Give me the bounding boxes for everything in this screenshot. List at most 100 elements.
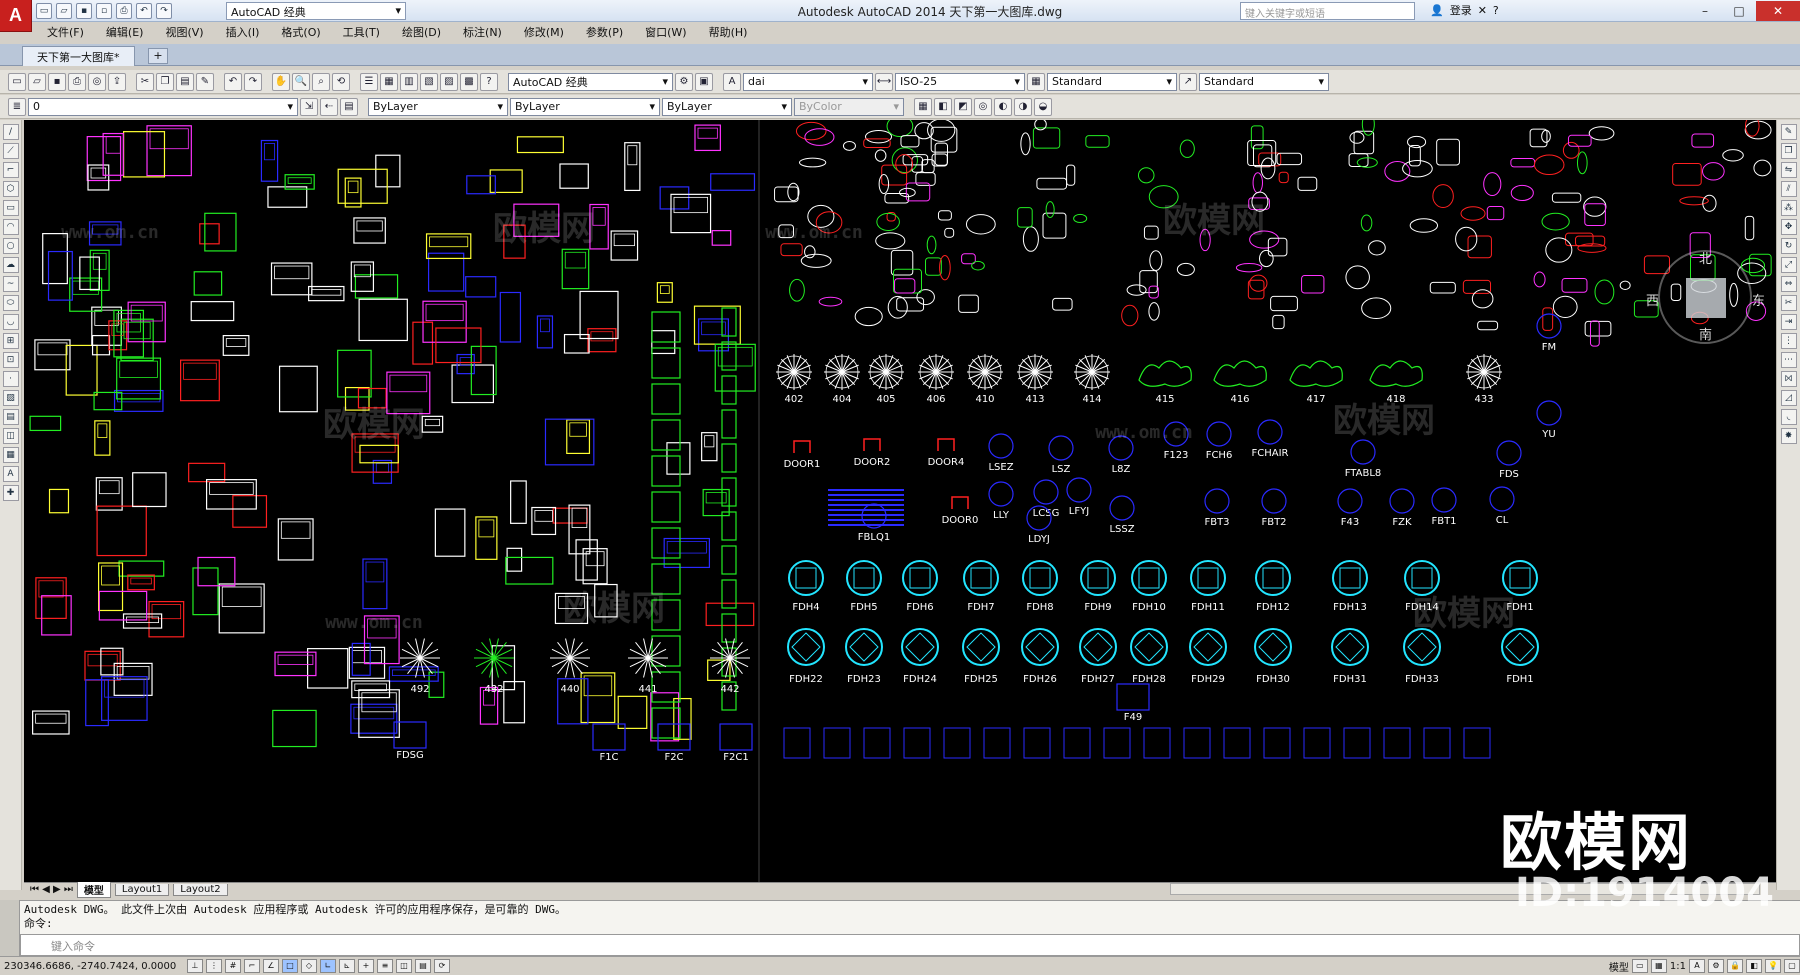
annotation-scale-value[interactable]: 1:1 — [1670, 961, 1686, 972]
autocad-logo-button[interactable]: A — [0, 0, 32, 32]
menu-dimension[interactable]: 标注(N) — [452, 21, 513, 43]
layer-previous-icon[interactable]: ⇠ — [320, 97, 338, 116]
dyn-icon[interactable]: + — [358, 959, 374, 973]
break-icon[interactable]: ⋯ — [1780, 352, 1797, 368]
construction-line-icon[interactable]: ⟋ — [2, 143, 19, 159]
matchprop-icon[interactable]: ✎ — [196, 72, 214, 91]
viewcube-east-label[interactable]: 东 — [1752, 290, 1765, 309]
mtext-icon[interactable]: A — [2, 466, 19, 482]
new-file-icon[interactable]: ▭ — [36, 3, 52, 19]
stretch-icon[interactable]: ⇔ — [1780, 276, 1797, 292]
array-icon[interactable]: ⁂ — [1780, 200, 1797, 216]
chamfer-icon[interactable]: ◿ — [1780, 390, 1797, 406]
help-search-input[interactable]: 键入关键字或短语 — [1240, 2, 1415, 20]
circle-icon[interactable]: ○ — [2, 238, 19, 254]
command-input[interactable]: 键入命令 — [20, 934, 1800, 956]
insert-block-icon[interactable]: ⊞ — [2, 333, 19, 349]
arc-icon[interactable]: ◠ — [2, 219, 19, 235]
break-at-point-icon[interactable]: ⋮ — [1780, 333, 1797, 349]
quick-view-drawings-icon[interactable]: ▦ — [1650, 959, 1667, 973]
menu-window[interactable]: 窗口(W) — [634, 21, 697, 43]
workspace-switch-icon[interactable]: ⚙ — [1708, 959, 1724, 973]
calculator-icon[interactable]: ▩ — [460, 72, 478, 91]
redo-icon[interactable]: ↷ — [244, 72, 262, 91]
help-icon[interactable]: ? — [480, 72, 498, 91]
gradient-icon[interactable]: ▤ — [2, 409, 19, 425]
lock-icon[interactable]: 🔒 — [1727, 959, 1743, 973]
zoom-realtime-icon[interactable]: 🔍 — [292, 72, 310, 91]
osnap-icon[interactable]: □ — [282, 959, 298, 973]
plot-icon[interactable]: ⎙ — [68, 72, 86, 91]
transparency-icon[interactable]: ◫ — [396, 959, 412, 973]
rectangle-icon[interactable]: ▭ — [2, 200, 19, 216]
trim-icon[interactable]: ✂ — [1780, 295, 1797, 311]
mirror-icon[interactable]: ⇋ — [1780, 162, 1797, 178]
menu-edit[interactable]: 编辑(E) — [95, 21, 155, 43]
publish-icon[interactable]: ⇪ — [108, 72, 126, 91]
paste-icon[interactable]: ▤ — [176, 72, 194, 91]
table-style-dropdown[interactable]: Standard ▾ — [1047, 72, 1177, 91]
menu-view[interactable]: 视图(V) — [154, 21, 214, 43]
polyline-icon[interactable]: ⌐ — [2, 162, 19, 178]
open-file-icon[interactable]: ▱ — [56, 3, 72, 19]
help-icon[interactable]: ? — [1493, 4, 1499, 17]
otrack-icon[interactable]: ∟ — [320, 959, 336, 973]
menu-format[interactable]: 格式(O) — [270, 21, 331, 43]
make-current-layer-icon[interactable]: ⇲ — [300, 97, 318, 116]
menu-draw[interactable]: 绘图(D) — [391, 21, 452, 43]
coordinate-readout[interactable]: 230346.6686, -2740.7424, 0.0000 — [4, 961, 184, 972]
plot-icon[interactable]: ⎙ — [116, 3, 132, 19]
multileader-style-icon[interactable]: ↗ — [1179, 72, 1197, 91]
tab-layout2[interactable]: Layout2 — [173, 883, 228, 896]
offset-icon[interactable]: ⫽ — [1780, 181, 1797, 197]
color-dropdown[interactable]: ByLayer ▾ — [368, 97, 508, 116]
workspace-save-icon[interactable]: ▣ — [695, 72, 713, 91]
tab-scroll-icon[interactable]: ⏮ ◀ ▶ ⏭ — [30, 884, 73, 895]
save-icon[interactable]: ▪ — [48, 72, 66, 91]
markup-icon[interactable]: ▨ — [440, 72, 458, 91]
menu-insert[interactable]: 插入(I) — [215, 21, 271, 43]
viewcube-top-face[interactable] — [1686, 278, 1726, 318]
rotate-icon[interactable]: ↻ — [1780, 238, 1797, 254]
copy-icon[interactable]: ❐ — [156, 72, 174, 91]
menu-parametric[interactable]: 参数(P) — [575, 21, 634, 43]
isolate-objects-icon[interactable]: 💡 — [1765, 959, 1781, 973]
extend-icon[interactable]: ⇥ — [1780, 314, 1797, 330]
hardware-acceleration-icon[interactable]: ◧ — [1746, 959, 1762, 973]
3d-osnap-icon[interactable]: ◇ — [301, 959, 317, 973]
add-selected-icon[interactable]: ✚ — [2, 485, 19, 501]
selection-cycling-icon[interactable]: ⟳ — [434, 959, 450, 973]
model-space-label[interactable]: 模型 — [1609, 959, 1629, 974]
menu-file[interactable]: 文件(F) — [36, 21, 95, 43]
qnew-icon[interactable]: ▭ — [8, 72, 26, 91]
pan-icon[interactable]: ✋ — [272, 72, 290, 91]
dim-style-icon[interactable]: ⟷ — [875, 72, 893, 91]
multileader-style-dropdown[interactable]: Standard ▾ — [1199, 72, 1329, 91]
login-link[interactable]: 登录 — [1450, 2, 1472, 18]
viewcube-south-label[interactable]: 南 — [1699, 324, 1712, 343]
undo-icon[interactable]: ↶ — [136, 3, 152, 19]
fillet-icon[interactable]: ◟ — [1780, 409, 1797, 425]
copy-object-icon[interactable]: ❐ — [1780, 143, 1797, 159]
viewcube-west-label[interactable]: 西 — [1646, 290, 1659, 309]
sheet-set-icon[interactable]: ▧ — [420, 72, 438, 91]
text-style-dropdown[interactable]: dai ▾ — [743, 72, 873, 91]
layer-states-icon[interactable]: ▤ — [340, 97, 358, 116]
visual-style-icon[interactable]: ◐ — [994, 97, 1012, 116]
materials-icon[interactable]: ◒ — [1034, 97, 1052, 116]
workspace-dropdown[interactable]: AutoCAD 经典 ▾ — [226, 2, 406, 20]
render-icon[interactable]: ◑ — [1014, 97, 1032, 116]
drawing-canvas[interactable]: 492 432 440 441 442 402 404 405 406 410 413 414 415 4… — [24, 120, 1776, 882]
scale-icon[interactable]: ⤢ — [1780, 257, 1797, 273]
document-tab[interactable]: 天下第一大图库* — [22, 46, 135, 66]
clean-screen-icon[interactable]: ▢ — [1784, 959, 1800, 973]
view-front-icon[interactable]: ◧ — [934, 97, 952, 116]
explode-icon[interactable]: ✸ — [1780, 428, 1797, 444]
ellipse-arc-icon[interactable]: ◡ — [2, 314, 19, 330]
zoom-window-icon[interactable]: ⌕ — [312, 72, 330, 91]
menu-help[interactable]: 帮助(H) — [698, 21, 759, 43]
move-icon[interactable]: ✥ — [1780, 219, 1797, 235]
menu-modify[interactable]: 修改(M) — [513, 21, 575, 43]
linetype-dropdown[interactable]: ByLayer ▾ — [510, 97, 660, 116]
table-style-icon[interactable]: ▦ — [1027, 72, 1045, 91]
